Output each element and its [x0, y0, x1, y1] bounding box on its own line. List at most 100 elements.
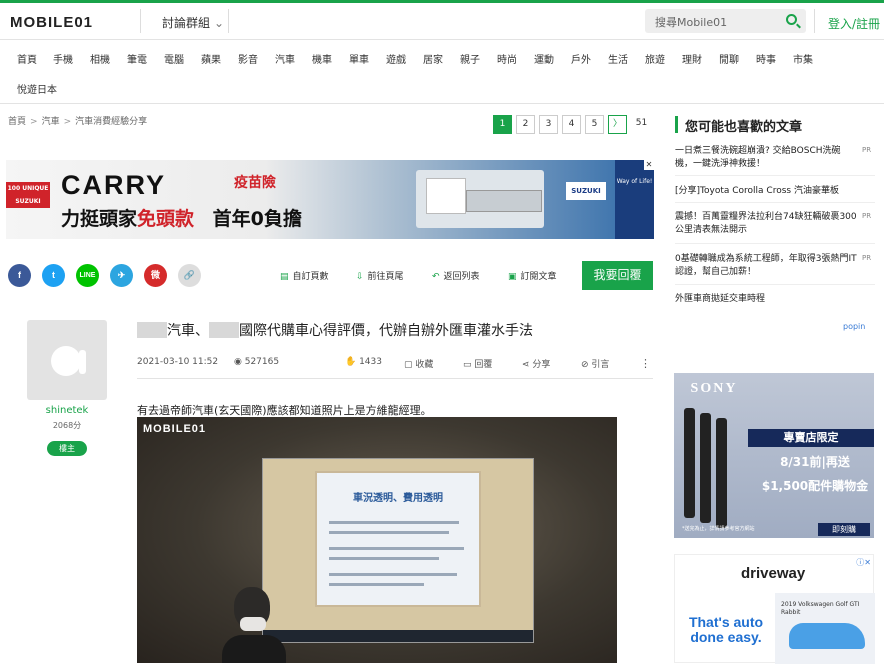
recommended-article[interactable]: 0基礎轉職成為系統工程師，年取得3張熱門IT認證，幫自己加薪！ [675, 253, 857, 279]
chevron-down-icon: ⌄ [214, 16, 225, 30]
reply-action[interactable]: ▭ 回覆 [463, 357, 492, 370]
site-logo[interactable]: MOBILE01 [10, 12, 93, 32]
post-photo[interactable]: MOBILE01 車況透明、費用透明 [137, 417, 617, 663]
nav-item[interactable]: 運動 [534, 51, 554, 66]
nav-item[interactable]: 親子 [460, 51, 480, 66]
return-icon: ↶ [432, 272, 440, 282]
ad-sony[interactable]: SONY 專賣店限定 8/31前|再送 $1,500配件購物金 *送完為止，詳情… [674, 373, 874, 538]
nav-item[interactable]: 汽車 [275, 51, 295, 66]
title-part: 國際代購車心得評價，代辦自辦外匯車灌水手法 [239, 323, 533, 339]
ad-banner-suzuki[interactable]: 100 UNIQUE SUZUKI CARRY 力挺頭家免頭款 首年0負擔 疫苗… [6, 160, 654, 239]
search-placeholder: 搜尋Mobile01 [655, 16, 728, 29]
copy-link-icon[interactable]: 🔗 [178, 264, 201, 287]
nav-item[interactable]: 單車 [349, 51, 369, 66]
last-page-button[interactable]: 51 [631, 115, 652, 134]
ad-brand: SUZUKI [566, 182, 606, 200]
nav-item[interactable]: 手機 [53, 51, 73, 66]
breadcrumb: 首頁 > 汽車 > 汽車消費經驗分享 [8, 114, 147, 127]
nav-item[interactable]: 旅遊 [645, 51, 665, 66]
car-label: 2019 Volkswagen Golf GTI Rabbit [781, 601, 860, 616]
recommended-article[interactable]: 震撼！百萬靈糧界法拉利台74缺狂輛破裹300公里清表無法開示 [675, 211, 857, 237]
slide-line [329, 521, 459, 524]
reply-button[interactable]: 我要回覆 [582, 261, 653, 290]
likes-count: 1433 [359, 357, 382, 367]
recommended-article[interactable]: [分享]Toyota Corolla Cross 汽油豪華板 [675, 185, 857, 198]
page-button[interactable]: 5 [585, 115, 604, 134]
ad-driveway[interactable]: ⓘ✕ driveway That's auto done easy. 2019 … [674, 554, 875, 664]
divider [675, 175, 875, 176]
nav-item[interactable]: 居家 [423, 51, 443, 66]
post-views: ◉ 527165 [234, 357, 279, 367]
post-likes[interactable]: ✋ 1433 [345, 357, 382, 367]
presenter-mask [240, 617, 266, 631]
divider [137, 378, 653, 379]
close-icon[interactable]: ✕ [644, 160, 654, 170]
ad-subline: 力挺頭家免頭款 首年0負擔 [61, 204, 302, 231]
next-page-button[interactable]: 〉 [608, 115, 627, 134]
nav-item[interactable]: 市集 [793, 51, 813, 66]
search-icon[interactable] [786, 14, 797, 25]
reply-icon: ▭ [463, 360, 475, 370]
nav-item[interactable]: 時事 [756, 51, 776, 66]
ad-cta-button[interactable]: 即刻購 [818, 523, 870, 536]
presenter [222, 587, 286, 663]
facebook-share-icon[interactable]: f [8, 264, 31, 287]
recommended-article[interactable]: 外匯車商拋延交車時程 [675, 293, 857, 306]
line-share-icon[interactable]: LINE [76, 264, 99, 287]
forum-menu[interactable]: 討論群組 ⌄ [162, 14, 224, 31]
more-options-icon[interactable]: ⋮ [640, 357, 651, 370]
telegram-share-icon[interactable]: ✈ [110, 264, 133, 287]
nav-item[interactable]: 閒聊 [719, 51, 739, 66]
nav-item[interactable]: 首頁 [17, 51, 37, 66]
goto-end-action[interactable]: ⇩ 前往頁尾 [356, 269, 404, 282]
nav-item[interactable]: 影音 [238, 51, 258, 66]
adchoices-icon[interactable]: ⓘ✕ [856, 557, 871, 568]
page-button[interactable]: 2 [516, 115, 535, 134]
nav-item[interactable]: 相機 [90, 51, 110, 66]
twitter-share-icon[interactable]: t [42, 264, 65, 287]
favorite-action[interactable]: ▢ 收藏 [404, 357, 433, 370]
ad-note: *送完為止，詳情請參考官方網站 [682, 526, 755, 532]
author-name[interactable]: shinetek [27, 405, 107, 416]
action-label: 回覆 [474, 360, 493, 370]
back-list-action[interactable]: ↶ 返回列表 [432, 269, 480, 282]
nav-item[interactable]: 理財 [682, 51, 702, 66]
breadcrumb-link[interactable]: 首頁 [8, 117, 26, 127]
action-label: 訂閱文章 [520, 272, 557, 282]
quote-action[interactable]: ⊘ 引言 [581, 357, 609, 370]
pagination: 1 2 3 4 5 〉 51 [493, 115, 655, 134]
nav-item[interactable]: 蘋果 [201, 51, 221, 66]
weibo-share-icon[interactable]: 微 [144, 264, 167, 287]
nav-item[interactable]: 遊戲 [386, 51, 406, 66]
slide-line [329, 531, 449, 534]
site-header: MOBILE01 討論群組 ⌄ 搜尋Mobile01 登入/註冊 [0, 3, 884, 40]
redacted-block [209, 322, 239, 338]
nav-item[interactable]: 生活 [608, 51, 628, 66]
search-input[interactable]: 搜尋Mobile01 [645, 9, 806, 33]
nav-item[interactable]: 悅遊日本 [17, 81, 57, 96]
breadcrumb-link[interactable]: 汽車消費經驗分享 [75, 117, 147, 127]
page-button[interactable]: 3 [539, 115, 558, 134]
pr-label: PR [862, 212, 872, 220]
nav-item[interactable]: 筆電 [127, 51, 147, 66]
breadcrumb-link[interactable]: 汽車 [42, 117, 60, 127]
recommended-article[interactable]: 一日煮三餐洗碗超崩潰? 交給BOSCH洗碗機，一鍵洗淨神救援！ [675, 145, 857, 171]
action-label: 分享 [532, 360, 551, 370]
page-button[interactable]: 4 [562, 115, 581, 134]
quote-icon: ⊘ [581, 360, 592, 370]
nav-item[interactable]: 戶外 [571, 51, 591, 66]
nav-item[interactable]: 時尚 [497, 51, 517, 66]
nav-item[interactable]: 機車 [312, 51, 332, 66]
subscribe-action[interactable]: ▣ 訂閱文章 [508, 269, 557, 282]
phone-image [700, 413, 711, 523]
custom-page-action[interactable]: ▤ 自訂頁數 [280, 269, 329, 282]
avatar[interactable] [27, 320, 107, 400]
login-link[interactable]: 登入/註冊 [828, 15, 880, 32]
nav-item[interactable]: 電腦 [164, 51, 184, 66]
page-button-active[interactable]: 1 [493, 115, 512, 134]
slide-line [329, 557, 439, 560]
share-action[interactable]: ⋖ 分享 [522, 357, 550, 370]
truck-image [416, 170, 544, 228]
action-label: 收藏 [415, 360, 434, 370]
slide-title: 車況透明、費用透明 [353, 493, 443, 504]
